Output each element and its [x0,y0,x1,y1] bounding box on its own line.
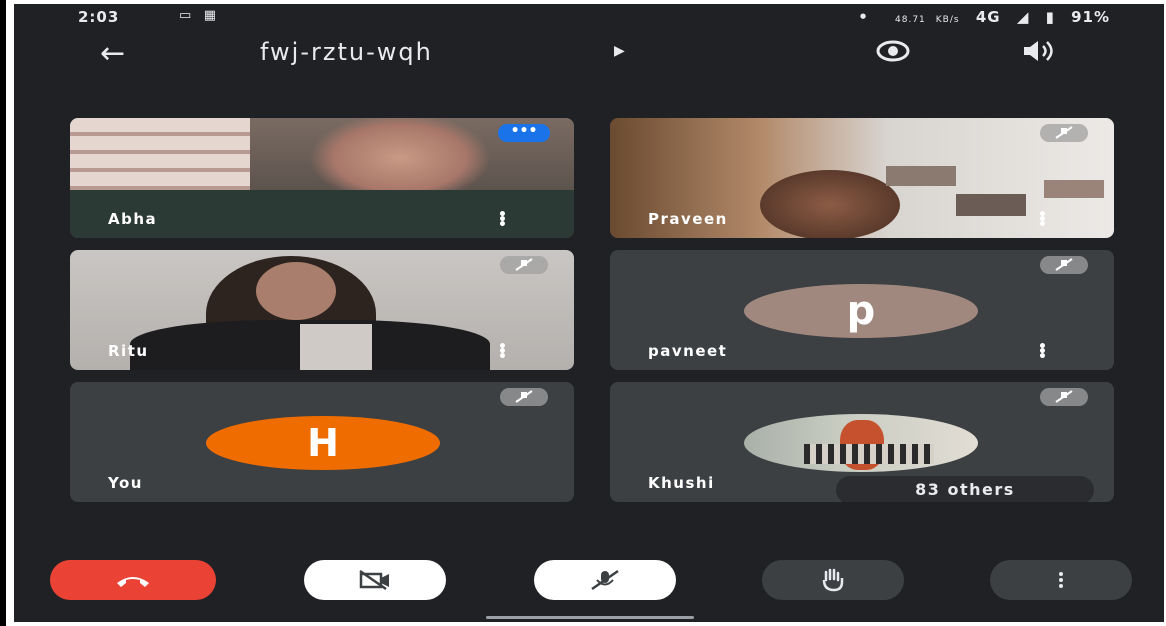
video-person [760,170,900,238]
network-type: 4G [975,8,1001,26]
wall-frame [1044,180,1104,198]
end-call-button[interactable] [50,560,216,600]
more-options-icon [1059,572,1063,588]
camera-toggle-button[interactable] [304,560,446,600]
meet-screen: 2:03 ▭ ▦ • 48.71 KB/s 4G ◢ ▮ 91% ← fwj-rz… [14,4,1164,622]
switch-camera-icon[interactable] [872,38,914,64]
tile-more-icon[interactable]: • • • [498,208,507,232]
mic-toggle-button[interactable] [534,560,676,600]
mic-off-icon [500,256,548,274]
border-bar [0,0,6,626]
camera-off-icon [359,569,389,591]
notification-icons: ▭ ▦ [179,8,216,23]
mic-off-icon [500,388,548,406]
mic-off-icon [1040,388,1088,406]
phone-screenshot: 2:03 ▭ ▦ • 48.71 KB/s 4G ◢ ▮ 91% ← fwj-rz… [0,0,1166,626]
participant-name: Praveen [648,210,728,228]
mic-off-icon [1040,256,1088,274]
video-face [256,262,336,320]
image-icon: ▦ [203,8,216,23]
avatar-photo-detail [804,444,934,464]
participant-name: Abha [108,210,158,228]
status-right: • 48.71 KB/s 4G ◢ ▮ 91% [848,8,1110,26]
speed-value: 48.71 [895,15,926,25]
participant-tile-you[interactable]: H You [70,382,574,502]
battery-icon: ▮ [1045,8,1055,26]
avatar [744,414,978,472]
background-wall [70,118,250,196]
dot-icon: • [858,8,869,26]
wall-frame [956,194,1026,216]
tile-more-icon[interactable]: • • • [498,340,507,364]
speaking-indicator-icon: ••• [498,124,550,142]
participant-tile-ritu[interactable]: Ritu • • • [70,250,574,370]
avatar: H [206,416,440,470]
participant-tile-khushi[interactable]: Khushi 83 others [610,382,1114,502]
participant-tile-praveen[interactable]: Praveen • • • [610,118,1114,238]
participant-tile-abha[interactable]: ••• Abha • • • [70,118,574,238]
more-options-button[interactable] [990,560,1132,600]
network-speed: 48.71 KB/s [885,15,960,25]
speaker-icon[interactable] [1020,38,1056,64]
participant-name: pavneet [648,342,728,360]
participant-name: You [108,474,143,492]
tile-more-icon[interactable]: • • • [1038,208,1047,232]
avatar: p [744,284,978,338]
signal-icon: ◢ [1016,8,1030,26]
tile-more-icon[interactable]: • • • [1038,340,1047,364]
end-call-icon [117,577,149,587]
others-count-button[interactable]: 83 others [836,476,1094,502]
back-arrow-icon[interactable]: ← [100,36,125,71]
call-header: ← fwj-rztu-wqh ▶ [14,34,1164,74]
battery-level: 91% [1071,8,1110,26]
status-time: 2:03 [78,8,120,26]
raise-hand-icon [822,568,844,592]
status-bar: 2:03 ▭ ▦ • 48.71 KB/s 4G ◢ ▮ 91% [14,4,1164,32]
speed-unit: KB/s [935,15,960,25]
mic-off-icon [591,569,619,591]
raise-hand-button[interactable] [762,560,904,600]
mic-off-icon [1040,124,1088,142]
gesture-nav-bar[interactable] [486,616,694,619]
caret-right-icon[interactable]: ▶ [614,43,625,59]
meeting-code[interactable]: fwj-rztu-wqh [260,38,433,66]
message-icon: ▭ [179,8,192,23]
participant-name: Ritu [108,342,149,360]
participant-tile-pavneet[interactable]: p pavneet • • • [610,250,1114,370]
wall-frame [886,166,956,186]
video-shirt [300,324,372,370]
participant-name: Khushi [648,474,715,492]
